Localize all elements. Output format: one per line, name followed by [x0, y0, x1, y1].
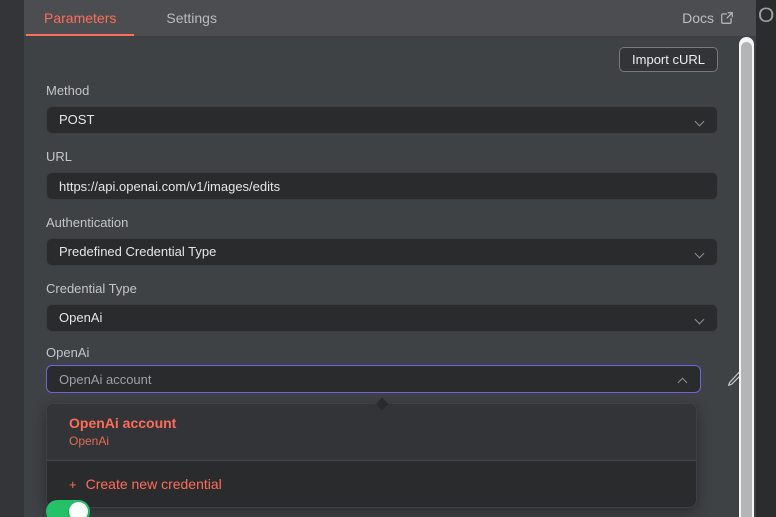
- toggle-switch[interactable]: [46, 500, 90, 517]
- chevron-down-icon: [695, 249, 705, 259]
- scrollbar-track: [739, 37, 754, 517]
- credential-search-input[interactable]: [59, 366, 670, 392]
- panel-header: Parameters Settings Docs: [24, 0, 756, 37]
- method-label: Method: [46, 83, 89, 98]
- credential-type-value: OpenAi: [59, 310, 102, 325]
- tab-parameters[interactable]: Parameters: [26, 0, 134, 36]
- docs-label: Docs: [682, 10, 714, 26]
- external-link-icon: [720, 11, 734, 25]
- background-clipped-text: O: [758, 4, 774, 28]
- parameters-scroll-area: Import cURL Method POST URL Authenticati…: [24, 37, 756, 517]
- credential-dropdown-menu: OpenAi account OpenAi + Create new crede…: [46, 403, 697, 508]
- method-select[interactable]: POST: [46, 106, 718, 134]
- node-settings-panel: Parameters Settings Docs Import cURL Met…: [24, 0, 756, 517]
- method-value: POST: [59, 112, 94, 127]
- import-curl-button[interactable]: Import cURL: [619, 47, 718, 72]
- tab-settings[interactable]: Settings: [148, 0, 235, 36]
- toggle-knob: [69, 502, 88, 517]
- authentication-value: Predefined Credential Type: [59, 244, 216, 259]
- credential-label: OpenAi: [46, 345, 89, 360]
- chevron-down-icon: [695, 117, 705, 127]
- scrollbar-thumb[interactable]: [741, 42, 752, 517]
- authentication-label: Authentication: [46, 215, 128, 230]
- credential-option-subtitle: OpenAi: [69, 433, 674, 449]
- url-input[interactable]: [59, 173, 687, 199]
- credential-type-select[interactable]: OpenAi: [46, 304, 718, 332]
- chevron-down-icon: [695, 315, 705, 325]
- plus-icon: +: [69, 477, 77, 492]
- docs-link[interactable]: Docs: [682, 0, 734, 36]
- authentication-select[interactable]: Predefined Credential Type: [46, 238, 718, 266]
- credential-type-label: Credential Type: [46, 281, 137, 296]
- url-label: URL: [46, 149, 72, 164]
- create-new-credential-label: Create new credential: [86, 476, 222, 492]
- credential-option[interactable]: OpenAi account OpenAi: [47, 404, 696, 460]
- credential-select[interactable]: [46, 365, 701, 393]
- chevron-up-icon: [678, 378, 688, 388]
- left-backdrop-strip: [0, 0, 24, 517]
- credential-option-title: OpenAi account: [69, 414, 674, 432]
- create-new-credential-option[interactable]: + Create new credential: [47, 461, 696, 507]
- url-field: [46, 172, 718, 200]
